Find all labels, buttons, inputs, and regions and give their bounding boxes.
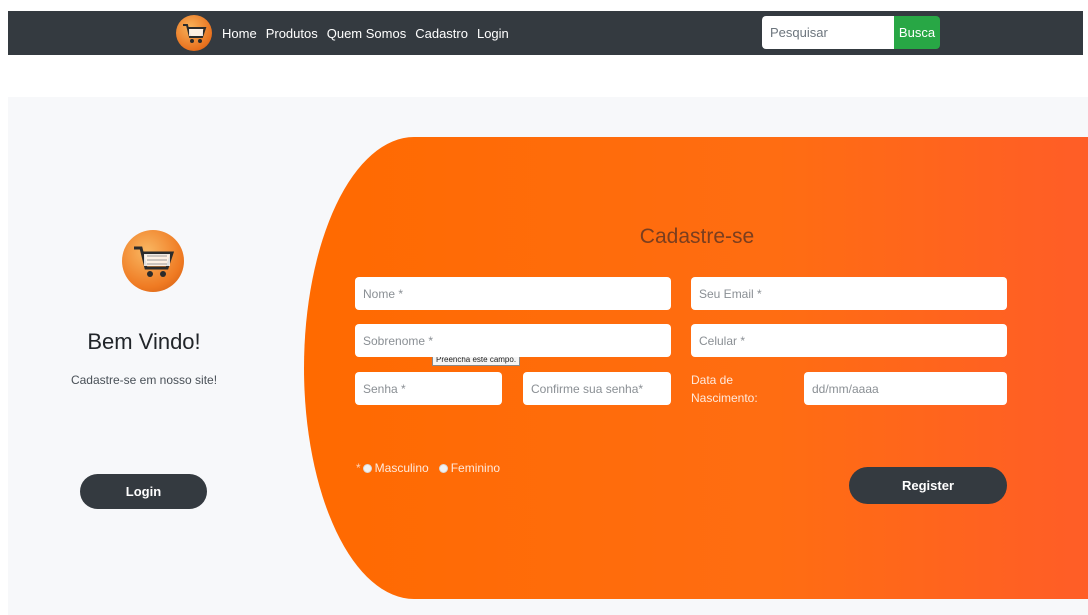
nav-link-produtos[interactable]: Produtos — [266, 26, 318, 41]
search-button[interactable]: Busca — [894, 16, 940, 49]
dob-label: Data de Nascimento: — [691, 373, 758, 405]
welcome-column: Bem Vindo! Cadastre-se em nosso site! Lo… — [8, 97, 298, 615]
senha-field[interactable] — [355, 372, 502, 405]
radio-feminino[interactable] — [438, 463, 448, 473]
sobrenome-field[interactable] — [355, 324, 671, 357]
register-panel: Cadastre-se Preencha este campo. Data de… — [304, 137, 1088, 599]
search-input[interactable] — [762, 16, 894, 49]
nav-link-home[interactable]: Home — [222, 26, 257, 41]
cart-logo-icon — [122, 230, 184, 292]
main-panel: Bem Vindo! Cadastre-se em nosso site! Lo… — [8, 97, 1088, 615]
celular-field[interactable] — [691, 324, 1007, 357]
login-button[interactable]: Login — [80, 474, 207, 509]
radio-masculino[interactable] — [362, 463, 372, 473]
top-navbar: Home Produtos Quem Somos Cadastro Login … — [8, 11, 1083, 55]
cart-logo-icon[interactable] — [176, 15, 212, 51]
nav-link-login[interactable]: Login — [477, 26, 509, 41]
gender-group: * Masculino Feminino — [356, 461, 510, 475]
form-title: Cadastre-se — [639, 225, 755, 248]
register-button[interactable]: Register — [849, 467, 1007, 504]
email-field[interactable] — [691, 277, 1007, 310]
radio-label-feminino: Feminino — [450, 461, 501, 475]
confirme-senha-field[interactable] — [523, 372, 671, 405]
radio-label-masculino: Masculino — [374, 461, 429, 475]
required-marker: * — [356, 461, 361, 475]
nav-link-cadastro[interactable]: Cadastro — [415, 26, 468, 41]
welcome-title: Bem Vindo! — [87, 329, 201, 354]
welcome-subtitle: Cadastre-se em nosso site! — [70, 373, 218, 387]
nome-field[interactable] — [355, 277, 671, 310]
nav-links: Home Produtos Quem Somos Cadastro Login — [222, 11, 509, 55]
nav-link-quem-somos[interactable]: Quem Somos — [327, 26, 406, 41]
dob-field[interactable] — [804, 372, 1007, 405]
